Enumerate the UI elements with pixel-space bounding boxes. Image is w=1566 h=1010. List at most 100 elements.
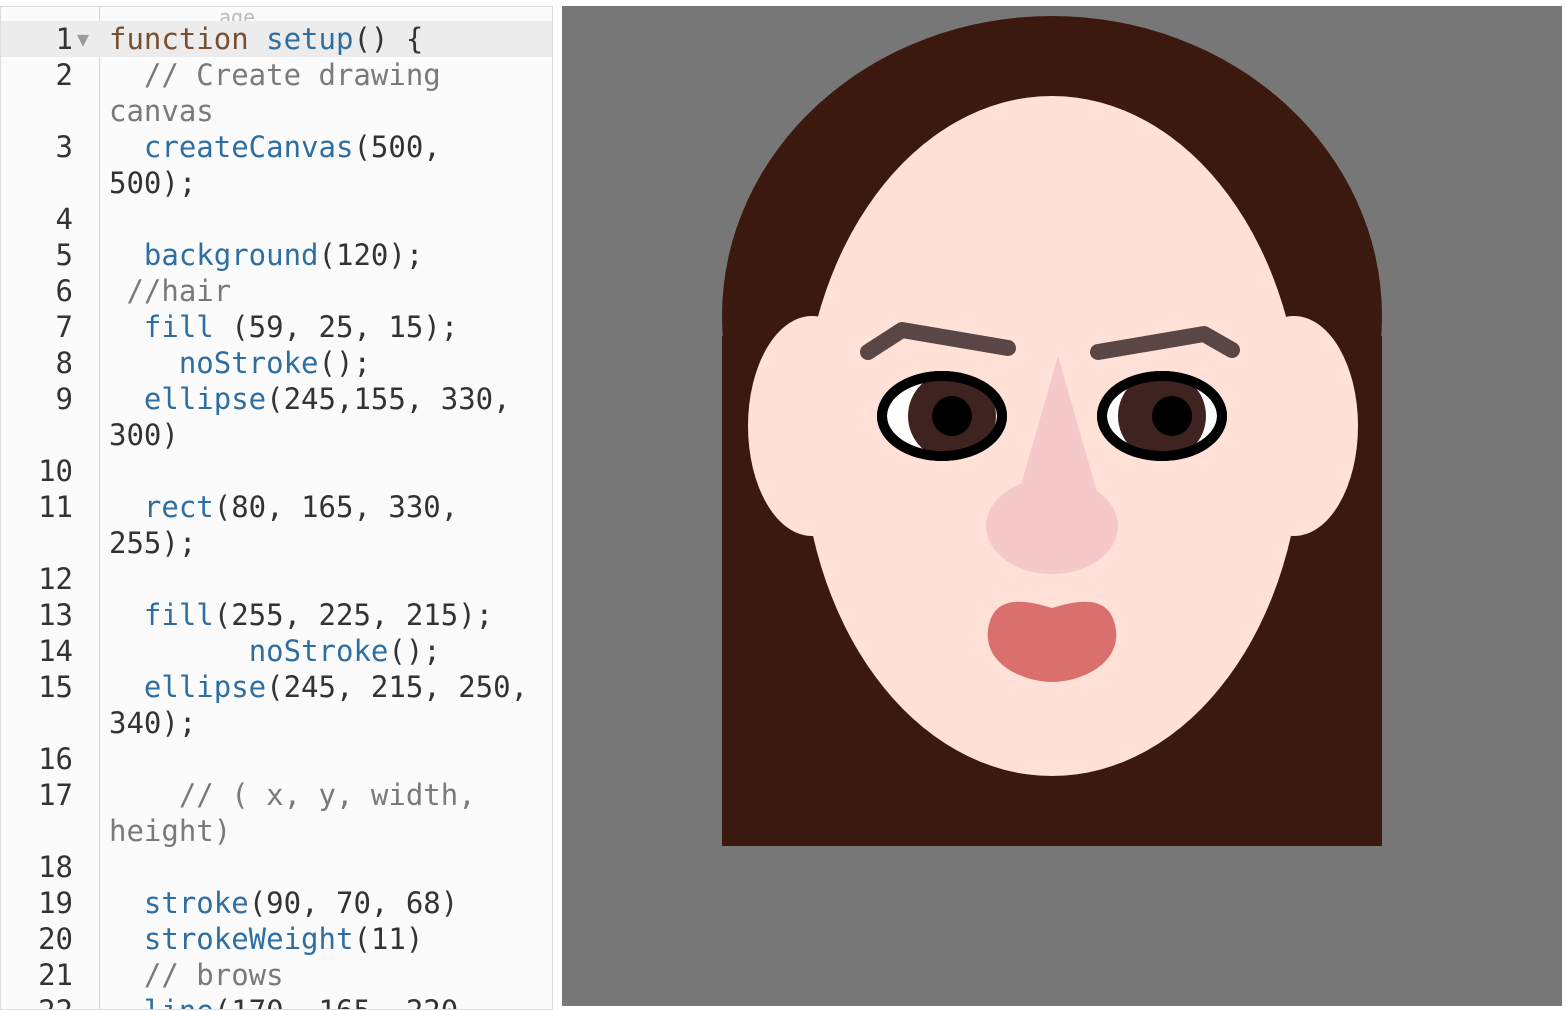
code-line[interactable]: 2 // Create drawing canvas (1, 57, 552, 129)
function-token: noStroke (248, 634, 389, 668)
line-number: 1 (55, 22, 73, 56)
code-line[interactable]: 11 rect(80, 165, 330, 255); (1, 489, 552, 561)
code-text (109, 561, 541, 597)
function-token: fill (143, 598, 214, 632)
line-number: 6 (55, 274, 73, 308)
code-line[interactable]: 16 (1, 741, 552, 777)
function-token: strokeWeight (143, 922, 354, 956)
text-token: (90, 70, 68) (248, 886, 459, 920)
code-line[interactable]: 9 ellipse(245,155, 330, 300) (1, 381, 552, 453)
function-token: noStroke (178, 346, 319, 380)
line-number: 15 (38, 670, 73, 704)
line-number: 5 (55, 238, 73, 272)
code-text (109, 201, 541, 237)
face-drawing (562, 6, 1562, 1006)
code-line[interactable]: 5 background(120); (1, 237, 552, 273)
right-pupil (1152, 396, 1192, 436)
code-line[interactable]: 21 // brows (1, 957, 552, 993)
line-number: 10 (38, 454, 73, 488)
line-number: 12 (38, 562, 73, 596)
code-text (109, 849, 541, 885)
function-token: background (143, 238, 319, 272)
code-text: background(120); (109, 237, 541, 273)
text-token: (170, 165, 220 (214, 994, 458, 1009)
code-text (109, 741, 541, 777)
text-token: () { (353, 22, 424, 56)
fold-arrow-icon[interactable]: ▼ (77, 27, 89, 51)
code-lines[interactable]: 1 ▼ function setup() {2 // Create drawing … (1, 21, 552, 1009)
code-text: createCanvas(500, 500); (109, 129, 541, 201)
keyword-token: function (109, 22, 267, 56)
code-text: ellipse(245,155, 330, 300) (109, 381, 541, 453)
nose-tip (986, 478, 1118, 574)
line-number: 2 (55, 58, 73, 92)
line-number: 17 (38, 778, 73, 812)
code-text: line(170, 165, 220 (109, 993, 541, 1009)
code-line[interactable]: 14 noStroke(); (1, 633, 552, 669)
code-text: // ( x, y, width, height) (109, 777, 541, 849)
code-text: function setup() { (109, 21, 541, 57)
code-line[interactable]: 7 fill (59, 25, 15); (1, 309, 552, 345)
code-text: // brows (109, 957, 541, 993)
line-number: 21 (38, 958, 73, 992)
line-number: 3 (55, 130, 73, 164)
line-number: 20 (38, 922, 73, 956)
code-line[interactable]: 22 line(170, 165, 220 (1, 993, 552, 1009)
line-number: 19 (38, 886, 73, 920)
code-text: noStroke(); (109, 633, 541, 669)
text-token: (); (318, 346, 371, 380)
text-token: (120); (318, 238, 424, 272)
code-text: //hair (109, 273, 541, 309)
code-line[interactable]: 4 (1, 201, 552, 237)
code-text: stroke(90, 70, 68) (109, 885, 541, 921)
code-line[interactable]: 1 ▼ function setup() { (1, 21, 552, 57)
code-text: fill(255, 225, 215); (109, 597, 541, 633)
line-number: 22 (1, 993, 73, 1009)
left-pupil (932, 396, 972, 436)
code-line[interactable]: 12 (1, 561, 552, 597)
code-line[interactable]: 3 createCanvas(500, 500); (1, 129, 552, 201)
comment-token: // Create drawing canvas (109, 58, 459, 128)
comment-token: //hair (109, 274, 232, 308)
code-line[interactable]: 15 ellipse(245, 215, 250, 340); (1, 669, 552, 741)
code-text (109, 453, 541, 489)
line-number: 14 (38, 634, 73, 668)
code-editor[interactable]: age 1 ▼ function setup() {2 // Create draw… (0, 6, 553, 1010)
line-number: 9 (55, 382, 73, 416)
line-number: 4 (55, 202, 73, 236)
code-line[interactable]: 18 (1, 849, 552, 885)
code-line[interactable]: 20 strokeWeight(11) (1, 921, 552, 957)
code-text: ellipse(245, 215, 250, 340); (109, 669, 541, 741)
code-text: strokeWeight(11) (109, 921, 541, 957)
code-line[interactable]: 6 //hair (1, 273, 552, 309)
function-token: ellipse (143, 670, 267, 704)
code-line[interactable]: 8 noStroke(); (1, 345, 552, 381)
function-token: ellipse (143, 382, 267, 416)
text-token: (11) (353, 922, 424, 956)
code-line[interactable]: 19 stroke(90, 70, 68) (1, 885, 552, 921)
code-text: noStroke(); (109, 345, 541, 381)
code-line[interactable]: 17 // ( x, y, width, height) (1, 777, 552, 849)
line-number: 18 (38, 850, 73, 884)
code-line[interactable]: 13 fill(255, 225, 215); (1, 597, 552, 633)
line-number: 11 (38, 490, 73, 524)
code-text: fill (59, 25, 15); (109, 309, 541, 345)
sketch-canvas[interactable] (562, 6, 1562, 1006)
comment-token: // ( x, y, width, height) (109, 778, 494, 848)
code-line[interactable]: 10 (1, 453, 552, 489)
text-token: (); (388, 634, 441, 668)
